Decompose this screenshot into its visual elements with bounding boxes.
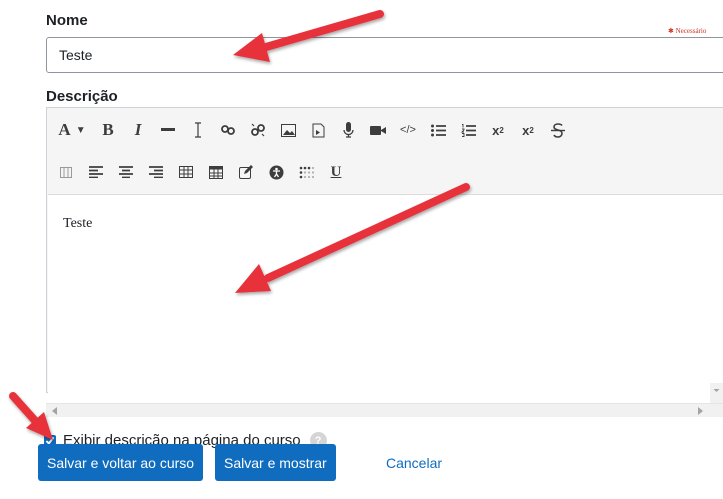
superscript-icon[interactable]: x2 <box>513 117 543 143</box>
strikethrough-icon[interactable] <box>543 117 573 143</box>
underline-icon[interactable]: U <box>321 159 351 185</box>
html-icon[interactable]: </> <box>393 117 423 143</box>
table-columns-icon[interactable] <box>51 159 81 185</box>
bullet-list-icon[interactable] <box>423 117 453 143</box>
name-input[interactable] <box>46 37 723 73</box>
description-editor: A ▼ B I </> x2 x2 U Teste <box>46 107 723 393</box>
required-hint: ✱ Necessário <box>668 27 707 35</box>
image-icon[interactable] <box>273 117 303 143</box>
italic-icon[interactable]: I <box>123 117 153 143</box>
numbered-list-icon[interactable] <box>453 117 483 143</box>
bold-icon[interactable]: B <box>93 117 123 143</box>
editor-toolbar-row-2: U <box>51 158 351 186</box>
unlink-icon[interactable] <box>243 117 273 143</box>
save-return-button[interactable]: Salvar e voltar ao curso <box>38 444 204 481</box>
subscript-icon[interactable]: x2 <box>483 117 513 143</box>
horizontal-rule-icon[interactable] <box>153 117 183 143</box>
description-label: Descrição <box>46 88 118 105</box>
clear-format-icon[interactable] <box>183 117 213 143</box>
editor-toolbar-row-1: A ▼ B I </> x2 x2 <box>51 116 573 144</box>
vertical-scrollbar[interactable] <box>710 383 723 403</box>
media-icon[interactable] <box>303 117 333 143</box>
save-show-button[interactable]: Salvar e mostrar <box>215 444 336 481</box>
scroll-right-icon[interactable] <box>698 407 704 415</box>
font-icon[interactable]: A ▼ <box>51 117 93 143</box>
record-video-icon[interactable] <box>363 117 393 143</box>
align-center-icon[interactable] <box>111 159 141 185</box>
table-icon[interactable] <box>171 159 201 185</box>
horizontal-scrollbar[interactable] <box>46 403 723 417</box>
scroll-left-icon[interactable] <box>52 407 58 415</box>
record-audio-icon[interactable] <box>333 117 363 143</box>
cancel-link[interactable]: Cancelar <box>386 455 442 471</box>
special-chars-icon[interactable] <box>291 159 321 185</box>
name-label: Nome <box>46 12 88 29</box>
table-grid-icon[interactable] <box>201 159 231 185</box>
align-right-icon[interactable] <box>141 159 171 185</box>
align-left-icon[interactable] <box>81 159 111 185</box>
description-content: Teste <box>63 216 93 231</box>
description-content-area[interactable]: Teste <box>48 194 723 393</box>
accessibility-icon[interactable] <box>261 159 291 185</box>
edit-icon[interactable] <box>231 159 261 185</box>
link-icon[interactable] <box>213 117 243 143</box>
